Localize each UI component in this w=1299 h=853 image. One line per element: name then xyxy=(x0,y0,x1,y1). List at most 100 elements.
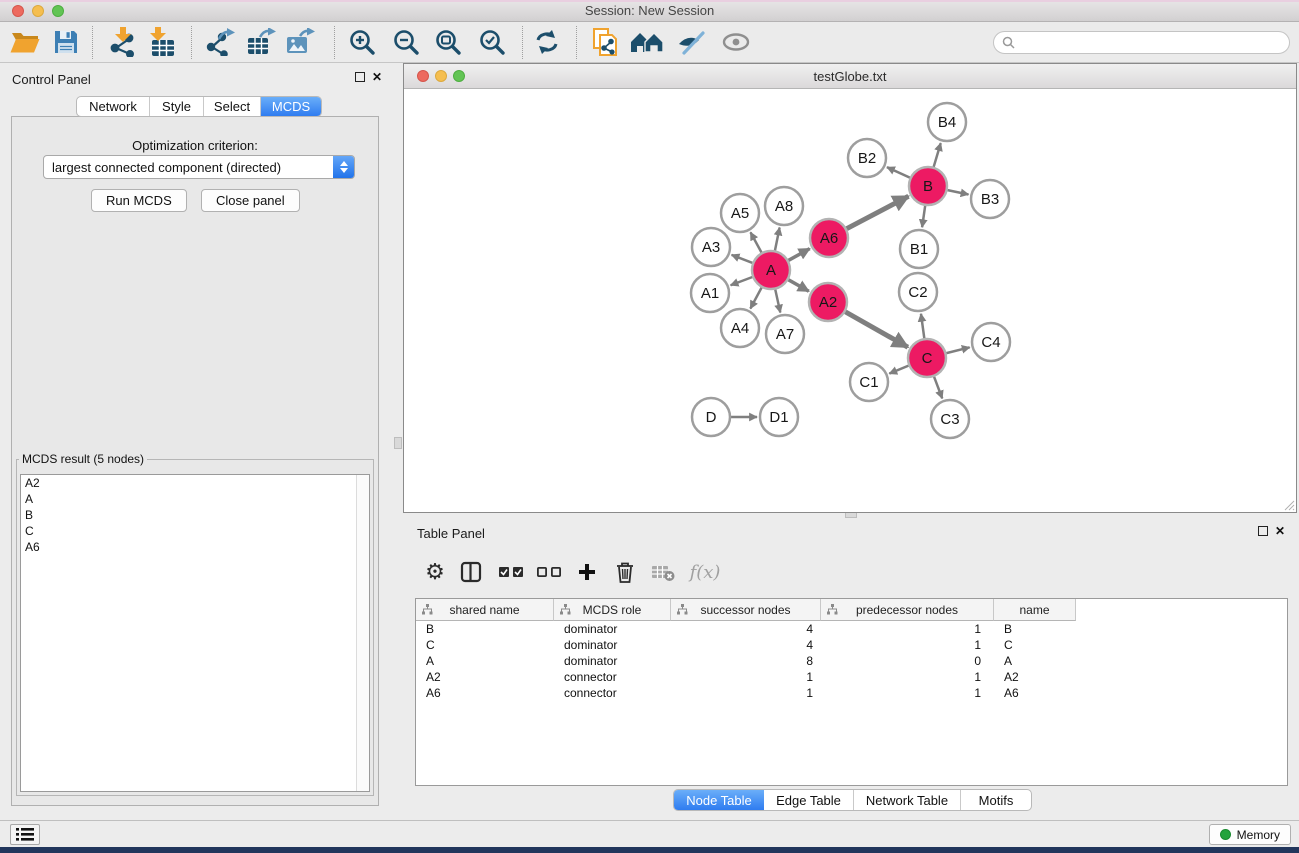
export-network-icon[interactable] xyxy=(203,25,237,59)
tab-edge-table[interactable]: Edge Table xyxy=(764,790,854,810)
edge-B-B4[interactable] xyxy=(933,143,941,170)
node-C1[interactable]: C1 xyxy=(850,363,888,401)
table-cell[interactable]: 0 xyxy=(821,653,994,669)
column-header-name[interactable]: name xyxy=(994,599,1076,621)
table-cell[interactable]: B xyxy=(416,621,554,637)
table-row[interactable]: Bdominator41B xyxy=(416,621,1287,637)
table-cell[interactable]: C xyxy=(994,637,1076,653)
column-header-successor-nodes[interactable]: successor nodes xyxy=(671,599,821,621)
table-cell[interactable]: A2 xyxy=(416,669,554,685)
tab-network[interactable]: Network xyxy=(77,97,150,116)
edge-C-C3[interactable] xyxy=(933,374,942,399)
toolbar-search[interactable] xyxy=(993,31,1290,54)
table-cell[interactable]: 1 xyxy=(671,669,821,685)
table-cell[interactable]: 8 xyxy=(671,653,821,669)
show-hide-details-icon[interactable] xyxy=(674,25,708,59)
refresh-icon[interactable] xyxy=(530,25,564,59)
edge-C-C4[interactable] xyxy=(943,347,969,354)
node-D[interactable]: D xyxy=(692,398,730,436)
edge-A-A4[interactable] xyxy=(750,285,763,309)
export-image-icon[interactable] xyxy=(283,25,317,59)
tab-style[interactable]: Style xyxy=(150,97,204,116)
close-panel-button[interactable]: Close panel xyxy=(201,189,300,212)
network-window-titlebar[interactable]: testGlobe.txt xyxy=(404,64,1296,89)
edge-A-A3[interactable] xyxy=(732,255,756,264)
table-cell[interactable]: 4 xyxy=(671,637,821,653)
table-cell[interactable]: dominator xyxy=(554,637,671,653)
node-A6[interactable]: A6 xyxy=(810,219,848,257)
node-B[interactable]: B xyxy=(909,167,947,205)
resize-grip-icon[interactable] xyxy=(1281,497,1295,511)
mcds-result-item[interactable]: A6 xyxy=(21,539,369,555)
node-C2[interactable]: C2 xyxy=(899,273,937,311)
node-A[interactable]: A xyxy=(752,251,790,289)
search-input[interactable] xyxy=(1020,36,1289,50)
eye-icon[interactable] xyxy=(719,25,753,59)
export-table-icon[interactable] xyxy=(244,25,278,59)
edge-A-A2[interactable] xyxy=(786,278,809,291)
edge-C-C1[interactable] xyxy=(889,364,911,373)
edge-B-B1[interactable] xyxy=(922,203,925,227)
edge-A-A7[interactable] xyxy=(775,287,781,313)
node-C4[interactable]: C4 xyxy=(972,323,1010,361)
table-row[interactable]: A6connector11A6 xyxy=(416,685,1287,701)
table-cell[interactable]: 1 xyxy=(821,637,994,653)
edge-A-A6[interactable] xyxy=(786,249,810,262)
node-A5[interactable]: A5 xyxy=(721,194,759,232)
edge-A-A8[interactable] xyxy=(774,228,779,254)
optimization-criterion-dropdown[interactable]: largest connected component (directed) xyxy=(43,155,355,179)
node-A7[interactable]: A7 xyxy=(766,315,804,353)
zoom-out-icon[interactable] xyxy=(389,25,423,59)
clone-network-icon[interactable] xyxy=(588,25,622,59)
mcds-result-item[interactable]: C xyxy=(21,523,369,539)
delete-column-trash-icon[interactable] xyxy=(607,554,643,590)
table-row[interactable]: Cdominator41C xyxy=(416,637,1287,653)
edge-B-B3[interactable] xyxy=(945,189,969,194)
node-A1[interactable]: A1 xyxy=(691,274,729,312)
close-table-panel-icon[interactable]: ✕ xyxy=(1275,526,1285,536)
node-D1[interactable]: D1 xyxy=(760,398,798,436)
zoom-fit-icon[interactable] xyxy=(431,25,465,59)
mcds-result-list[interactable]: A2ABCA6 xyxy=(20,474,370,792)
tab-network-table[interactable]: Network Table xyxy=(854,790,961,810)
edge-B-B2[interactable] xyxy=(887,167,913,179)
import-table-icon[interactable] xyxy=(144,25,178,59)
mcds-list-scrollbar[interactable] xyxy=(356,475,369,791)
table-cell[interactable]: 1 xyxy=(821,685,994,701)
node-A3[interactable]: A3 xyxy=(692,228,730,266)
table-settings-gear-icon[interactable]: ⚙ xyxy=(417,554,453,590)
node-B4[interactable]: B4 xyxy=(928,103,966,141)
edge-A6-B[interactable] xyxy=(844,196,908,230)
node-A4[interactable]: A4 xyxy=(721,309,759,347)
table-cell[interactable]: 4 xyxy=(671,621,821,637)
table-cell[interactable]: A6 xyxy=(416,685,554,701)
column-header-MCDS-role[interactable]: MCDS role xyxy=(554,599,671,621)
table-cell[interactable]: C xyxy=(416,637,554,653)
import-network-icon[interactable] xyxy=(105,25,139,59)
table-cell[interactable]: B xyxy=(994,621,1076,637)
node-B2[interactable]: B2 xyxy=(848,139,886,177)
table-cell[interactable]: A6 xyxy=(994,685,1076,701)
tab-mcds[interactable]: MCDS xyxy=(261,97,321,116)
table-cell[interactable]: connector xyxy=(554,685,671,701)
tab-motifs[interactable]: Motifs xyxy=(961,790,1031,810)
mcds-result-item[interactable]: A2 xyxy=(21,475,369,491)
mcds-result-item[interactable]: B xyxy=(21,507,369,523)
table-row[interactable]: Adominator80A xyxy=(416,653,1287,669)
zoom-selected-icon[interactable] xyxy=(475,25,509,59)
unselect-all-columns-icon[interactable] xyxy=(531,554,567,590)
tab-node-table[interactable]: Node Table xyxy=(674,790,764,810)
edge-A-A1[interactable] xyxy=(731,276,756,285)
run-mcds-button[interactable]: Run MCDS xyxy=(91,189,187,212)
close-panel-icon[interactable]: ✕ xyxy=(372,72,382,82)
vertical-split-handle[interactable] xyxy=(394,437,402,449)
node-B3[interactable]: B3 xyxy=(971,180,1009,218)
create-column-plus-icon[interactable] xyxy=(569,554,605,590)
zoom-in-icon[interactable] xyxy=(345,25,379,59)
column-header-shared-name[interactable]: shared name xyxy=(416,599,554,621)
edge-C-C2[interactable] xyxy=(921,314,925,341)
table-cell[interactable]: A xyxy=(416,653,554,669)
mcds-result-item[interactable]: A xyxy=(21,491,369,507)
edge-A-A5[interactable] xyxy=(751,232,763,255)
edge-A2-C[interactable] xyxy=(843,310,908,347)
